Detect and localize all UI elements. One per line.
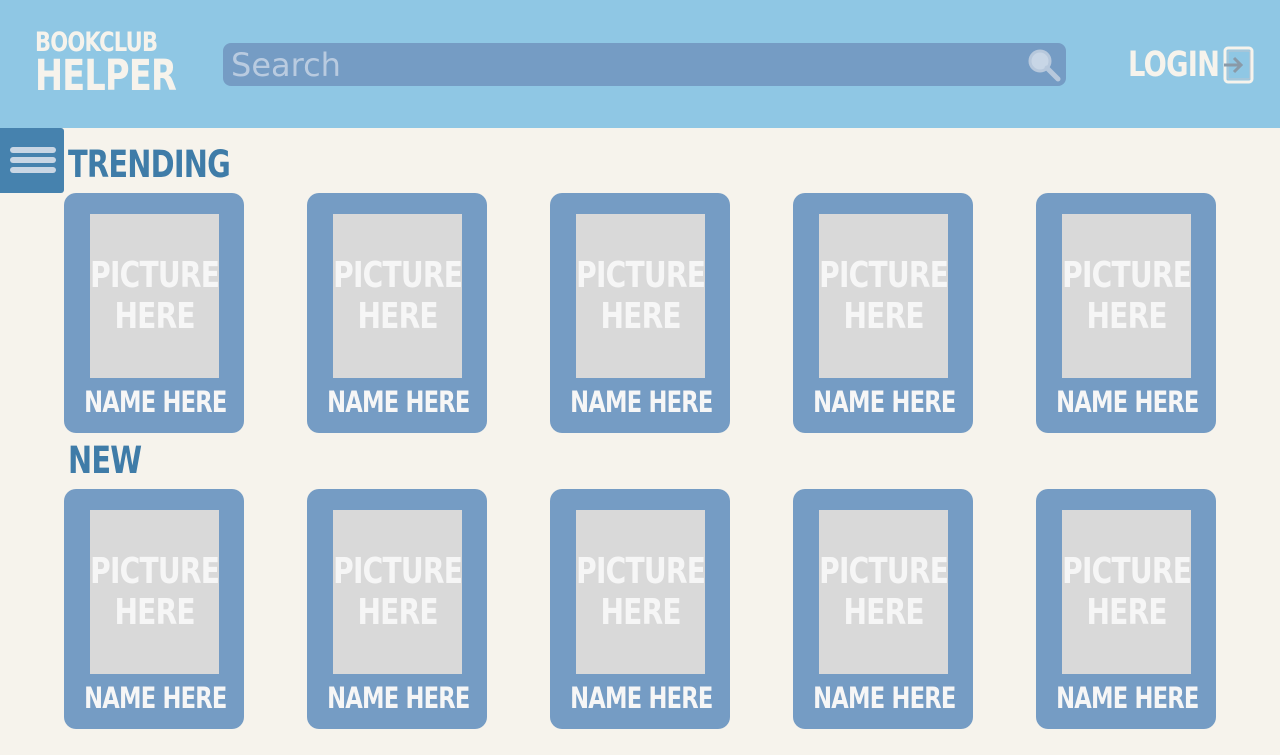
- book-cover-placeholder: PICTURE HERE: [576, 214, 706, 378]
- book-cover-label: PICTURE HERE: [333, 255, 463, 337]
- book-cover-label: PICTURE HERE: [576, 255, 706, 337]
- book-card[interactable]: PICTURE HERE NAME HERE: [307, 489, 487, 729]
- book-name-label: NAME HERE: [813, 681, 956, 715]
- book-name: NAME HERE: [64, 386, 244, 418]
- login-label: LOGIN: [1128, 45, 1220, 85]
- book-name-label: NAME HERE: [570, 681, 713, 715]
- login-button[interactable]: LOGIN: [1128, 45, 1254, 85]
- book-name: NAME HERE: [64, 682, 244, 714]
- book-cover-placeholder: PICTURE HERE: [333, 510, 463, 674]
- search-bar[interactable]: [223, 43, 1066, 86]
- login-arrow-icon: [1223, 46, 1254, 84]
- book-card[interactable]: PICTURE HERE NAME HERE: [307, 193, 487, 433]
- hamburger-menu-icon-bar: [10, 157, 56, 163]
- book-cover-placeholder: PICTURE HERE: [333, 214, 463, 378]
- book-cover-placeholder: PICTURE HERE: [819, 510, 949, 674]
- search-input[interactable]: [231, 43, 1021, 86]
- book-name-label: NAME HERE: [327, 681, 470, 715]
- logo-line-helper: HELPER: [35, 51, 177, 101]
- book-cover-label: PICTURE HERE: [90, 551, 220, 633]
- book-cover-label: PICTURE HERE: [333, 551, 463, 633]
- book-name: NAME HERE: [550, 682, 730, 714]
- book-card[interactable]: PICTURE HERE NAME HERE: [64, 193, 244, 433]
- book-cover-label: PICTURE HERE: [1062, 551, 1192, 633]
- hamburger-menu-icon: [10, 147, 56, 153]
- book-name: NAME HERE: [307, 682, 487, 714]
- book-name-label: NAME HERE: [570, 385, 713, 419]
- book-cover-placeholder: PICTURE HERE: [576, 510, 706, 674]
- book-cover-placeholder: PICTURE HERE: [90, 214, 220, 378]
- book-name-label: NAME HERE: [813, 385, 956, 419]
- hamburger-menu-icon-bar: [10, 167, 56, 173]
- app-logo[interactable]: BOOKCLUB HELPER: [35, 29, 216, 98]
- book-name-label: NAME HERE: [327, 385, 470, 419]
- book-card[interactable]: PICTURE HERE NAME HERE: [550, 193, 730, 433]
- book-cover-label: PICTURE HERE: [1062, 255, 1192, 337]
- book-cover-placeholder: PICTURE HERE: [1062, 510, 1192, 674]
- book-name-label: NAME HERE: [1056, 385, 1199, 419]
- book-cover-placeholder: PICTURE HERE: [819, 214, 949, 378]
- book-card[interactable]: PICTURE HERE NAME HERE: [1036, 489, 1216, 729]
- book-cover-label: PICTURE HERE: [90, 255, 220, 337]
- book-name-label: NAME HERE: [84, 681, 227, 715]
- hamburger-menu-button[interactable]: [0, 128, 64, 193]
- book-cover-placeholder: PICTURE HERE: [1062, 214, 1192, 378]
- book-name: NAME HERE: [1036, 386, 1216, 418]
- book-card[interactable]: PICTURE HERE NAME HERE: [1036, 193, 1216, 433]
- book-name-label: NAME HERE: [84, 385, 227, 419]
- section-title-trending: TRENDING: [68, 143, 231, 186]
- book-card[interactable]: PICTURE HERE NAME HERE: [793, 489, 973, 729]
- book-name-label: NAME HERE: [1056, 681, 1199, 715]
- top-header: BOOKCLUB HELPER LOGIN: [0, 0, 1280, 128]
- book-name: NAME HERE: [793, 682, 973, 714]
- book-card[interactable]: PICTURE HERE NAME HERE: [793, 193, 973, 433]
- book-cover-label: PICTURE HERE: [576, 551, 706, 633]
- book-name: NAME HERE: [793, 386, 973, 418]
- book-cover-label: PICTURE HERE: [819, 551, 949, 633]
- book-name: NAME HERE: [1036, 682, 1216, 714]
- search-icon[interactable]: [1026, 47, 1062, 83]
- book-name: NAME HERE: [307, 386, 487, 418]
- book-card[interactable]: PICTURE HERE NAME HERE: [64, 489, 244, 729]
- book-name: NAME HERE: [550, 386, 730, 418]
- book-card[interactable]: PICTURE HERE NAME HERE: [550, 489, 730, 729]
- book-cover-label: PICTURE HERE: [819, 255, 949, 337]
- section-title-new: NEW: [68, 439, 142, 482]
- book-cover-placeholder: PICTURE HERE: [90, 510, 220, 674]
